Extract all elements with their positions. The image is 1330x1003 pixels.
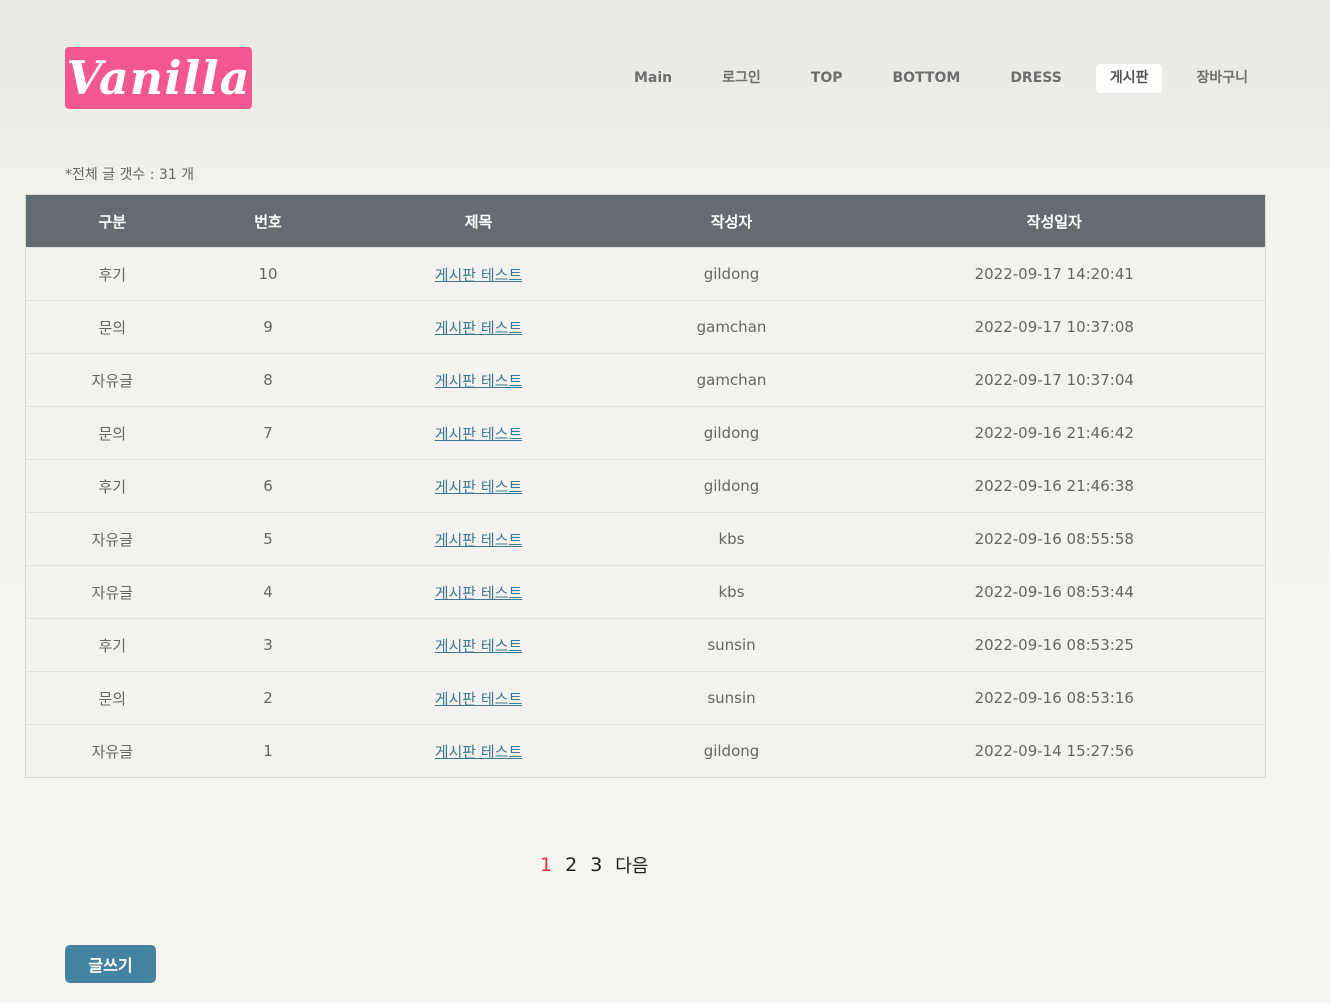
cell-author: sunsin <box>619 671 844 725</box>
cell-category: 자유글 <box>25 353 199 407</box>
cell-title: 게시판 테스트 <box>337 565 620 619</box>
cell-author: gildong <box>619 724 844 778</box>
post-title-link[interactable]: 게시판 테스트 <box>435 584 523 602</box>
cell-title: 게시판 테스트 <box>337 459 620 513</box>
cell-number: 1 <box>198 724 338 778</box>
post-title-link[interactable]: 게시판 테스트 <box>435 690 523 708</box>
header-number: 번호 <box>198 194 338 248</box>
header-date: 작성일자 <box>843 194 1266 248</box>
header-title: 제목 <box>337 194 620 248</box>
nav-item-login[interactable]: 로그인 <box>706 64 777 93</box>
cell-author: gamchan <box>619 353 844 407</box>
page-2[interactable]: 2 <box>565 854 577 876</box>
cell-category: 후기 <box>25 459 199 513</box>
nav-item-bottom[interactable]: BOTTOM <box>876 64 976 93</box>
cell-date: 2022-09-17 10:37:08 <box>843 300 1266 354</box>
cell-title: 게시판 테스트 <box>337 247 620 301</box>
cell-author: gamchan <box>619 300 844 354</box>
cell-category: 자유글 <box>25 724 199 778</box>
post-title-link[interactable]: 게시판 테스트 <box>435 372 523 390</box>
cell-title: 게시판 테스트 <box>337 671 620 725</box>
cell-date: 2022-09-16 08:53:25 <box>843 618 1266 672</box>
cell-number: 9 <box>198 300 338 354</box>
cell-author: sunsin <box>619 618 844 672</box>
page-1[interactable]: 1 <box>540 854 552 876</box>
table-row: 후기 6 게시판 테스트 gildong 2022-09-16 21:46:38 <box>25 459 1266 513</box>
cell-category: 자유글 <box>25 565 199 619</box>
nav-item-dress[interactable]: DRESS <box>994 64 1078 93</box>
cell-number: 10 <box>198 247 338 301</box>
cell-category: 문의 <box>25 300 199 354</box>
table-row: 문의 7 게시판 테스트 gildong 2022-09-16 21:46:42 <box>25 406 1266 460</box>
write-button[interactable]: 글쓰기 <box>65 945 156 983</box>
post-title-link[interactable]: 게시판 테스트 <box>435 425 523 443</box>
cell-date: 2022-09-17 14:20:41 <box>843 247 1266 301</box>
table-row: 후기 3 게시판 테스트 sunsin 2022-09-16 08:53:25 <box>25 618 1266 672</box>
cell-date: 2022-09-16 21:46:38 <box>843 459 1266 513</box>
table-row: 자유글 1 게시판 테스트 gildong 2022-09-14 15:27:56 <box>25 724 1266 778</box>
cell-author: kbs <box>619 512 844 566</box>
post-title-link[interactable]: 게시판 테스트 <box>435 637 523 655</box>
nav-item-main[interactable]: Main <box>618 64 688 93</box>
header-category: 구분 <box>25 194 199 248</box>
cell-category: 자유글 <box>25 512 199 566</box>
cell-date: 2022-09-14 15:27:56 <box>843 724 1266 778</box>
cell-number: 8 <box>198 353 338 407</box>
cell-author: gildong <box>619 406 844 460</box>
main-nav: Main 로그인 TOP BOTTOM DRESS 게시판 장바구니 <box>600 64 1264 93</box>
cell-title: 게시판 테스트 <box>337 406 620 460</box>
table-row: 문의 9 게시판 테스트 gamchan 2022-09-17 10:37:08 <box>25 300 1266 354</box>
nav-item-board[interactable]: 게시판 <box>1095 64 1163 93</box>
page-3[interactable]: 3 <box>590 854 602 876</box>
table-row: 문의 2 게시판 테스트 sunsin 2022-09-16 08:53:16 <box>25 671 1266 725</box>
cell-title: 게시판 테스트 <box>337 353 620 407</box>
cell-date: 2022-09-16 08:55:58 <box>843 512 1266 566</box>
header-author: 작성자 <box>619 194 844 248</box>
cell-category: 후기 <box>25 247 199 301</box>
cell-author: gildong <box>619 459 844 513</box>
cell-number: 4 <box>198 565 338 619</box>
cell-number: 7 <box>198 406 338 460</box>
post-title-link[interactable]: 게시판 테스트 <box>435 531 523 549</box>
table-row: 자유글 4 게시판 테스트 kbs 2022-09-16 08:53:44 <box>25 565 1266 619</box>
table-header-row: 구분 번호 제목 작성자 작성일자 <box>25 194 1266 248</box>
pagination: 1 2 3 다음 <box>540 852 661 878</box>
cell-date: 2022-09-16 21:46:42 <box>843 406 1266 460</box>
cell-category: 후기 <box>25 618 199 672</box>
next-page-link[interactable]: 다음 <box>615 852 648 878</box>
nav-item-cart[interactable]: 장바구니 <box>1180 64 1264 93</box>
post-title-link[interactable]: 게시판 테스트 <box>435 319 523 337</box>
post-title-link[interactable]: 게시판 테스트 <box>435 478 523 496</box>
cell-category: 문의 <box>25 406 199 460</box>
cell-date: 2022-09-16 08:53:44 <box>843 565 1266 619</box>
post-count: *전체 글 갯수 : 31 개 <box>65 167 195 183</box>
cell-title: 게시판 테스트 <box>337 300 620 354</box>
table-row: 후기 10 게시판 테스트 gildong 2022-09-17 14:20:41 <box>25 247 1266 301</box>
logo[interactable]: Vanilla <box>65 47 252 109</box>
cell-number: 2 <box>198 671 338 725</box>
cell-author: kbs <box>619 565 844 619</box>
cell-number: 3 <box>198 618 338 672</box>
table-body: 후기 10 게시판 테스트 gildong 2022-09-17 14:20:41 문의 9… <box>25 247 1266 778</box>
post-title-link[interactable]: 게시판 테스트 <box>435 266 523 284</box>
nav-item-top[interactable]: TOP <box>795 64 859 93</box>
cell-date: 2022-09-17 10:37:04 <box>843 353 1266 407</box>
table-row: 자유글 5 게시판 테스트 kbs 2022-09-16 08:55:58 <box>25 512 1266 566</box>
cell-number: 6 <box>198 459 338 513</box>
cell-title: 게시판 테스트 <box>337 512 620 566</box>
table-row: 자유글 8 게시판 테스트 gamchan 2022-09-17 10:37:04 <box>25 353 1266 407</box>
cell-title: 게시판 테스트 <box>337 724 620 778</box>
cell-category: 문의 <box>25 671 199 725</box>
cell-author: gildong <box>619 247 844 301</box>
cell-title: 게시판 테스트 <box>337 618 620 672</box>
cell-number: 5 <box>198 512 338 566</box>
post-title-link[interactable]: 게시판 테스트 <box>435 743 523 761</box>
board-table: 구분 번호 제목 작성자 작성일자 후기 10 게시판 테스트 gildong 2022… <box>25 194 1266 778</box>
cell-date: 2022-09-16 08:53:16 <box>843 671 1266 725</box>
